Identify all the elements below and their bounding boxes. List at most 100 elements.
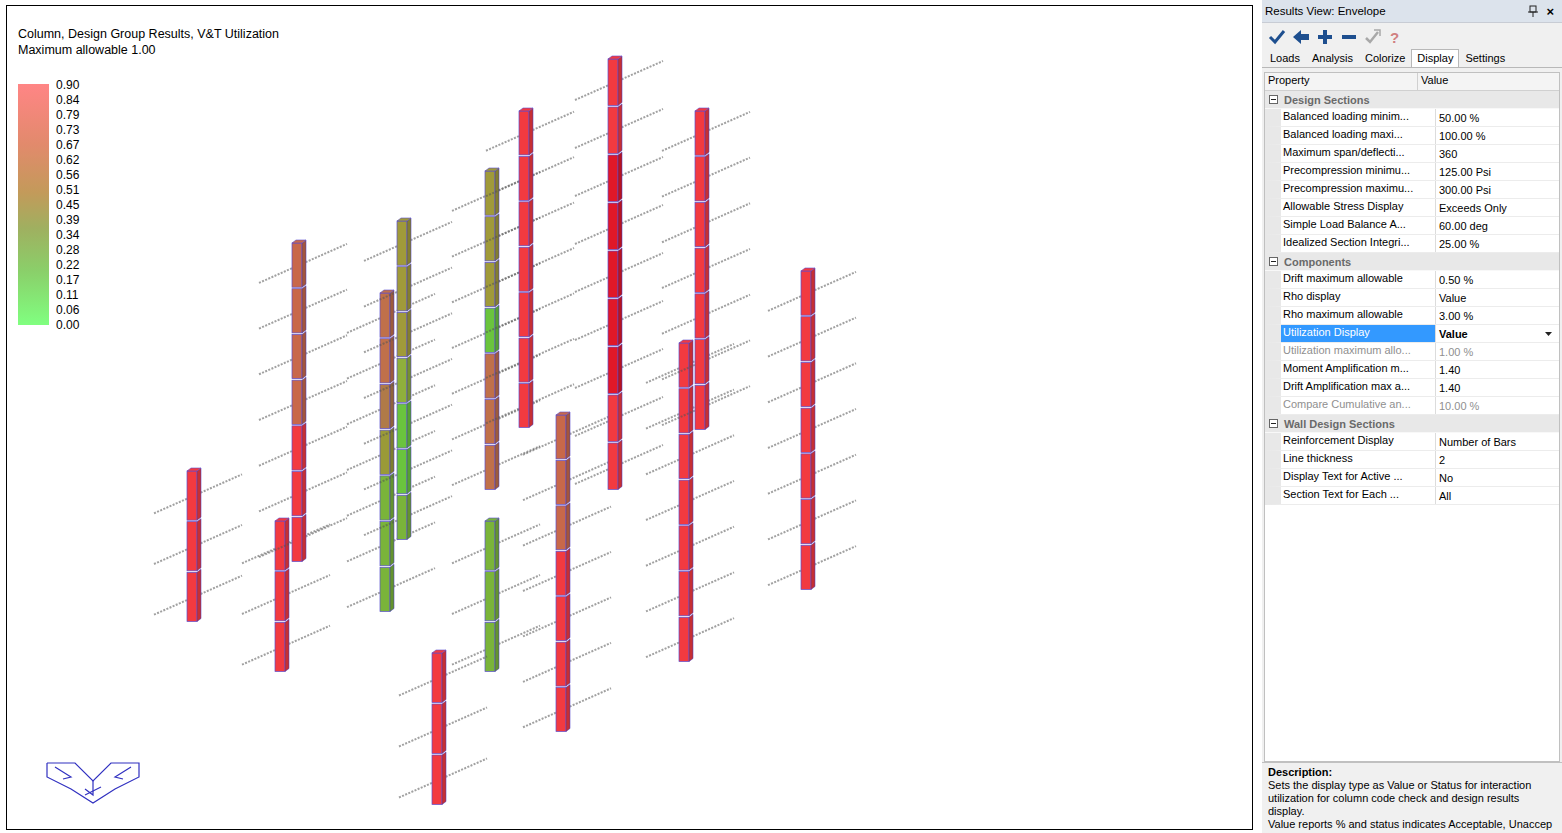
column-segment[interactable] <box>519 338 529 382</box>
collapse-icon[interactable] <box>1269 95 1278 104</box>
property-row[interactable]: Drift Amplification max a... 1.40 <box>1265 379 1559 397</box>
column-segment[interactable] <box>695 340 705 384</box>
property-row[interactable]: Maximum span/deflecti... 360 <box>1265 145 1559 163</box>
property-row[interactable]: Simple Load Balance A... 60.00 deg <box>1265 217 1559 235</box>
property-value[interactable]: 1.40 <box>1436 379 1559 396</box>
column[interactable] <box>154 468 242 622</box>
column-segment[interactable] <box>397 450 407 494</box>
column-segment[interactable] <box>556 597 566 641</box>
column-segment[interactable] <box>519 247 529 291</box>
column-segment[interactable] <box>397 358 407 402</box>
column-segment[interactable] <box>187 522 197 571</box>
column[interactable] <box>646 340 734 662</box>
column[interactable] <box>347 290 435 612</box>
close-button[interactable]: × <box>1546 4 1554 19</box>
column-segment[interactable] <box>397 267 407 311</box>
property-value[interactable]: 60.00 deg <box>1436 217 1559 234</box>
column-segment[interactable] <box>485 572 495 621</box>
column-segment[interactable] <box>187 471 197 520</box>
property-row[interactable]: Display Text for Active ... No <box>1265 469 1559 487</box>
collapse-icon[interactable] <box>1269 419 1278 428</box>
property-value[interactable]: 1.00 % <box>1436 343 1559 360</box>
column-segment[interactable] <box>695 157 705 201</box>
column[interactable] <box>486 108 574 428</box>
column-segment[interactable] <box>519 156 529 200</box>
property-value[interactable]: Number of Bars <box>1436 433 1559 450</box>
property-value[interactable]: Value <box>1436 325 1559 342</box>
column[interactable] <box>259 240 347 562</box>
property-row[interactable]: Precompression minimu... 125.00 Psi <box>1265 163 1559 181</box>
column-segment[interactable] <box>380 567 390 611</box>
property-row[interactable]: Line thickness 2 <box>1265 451 1559 469</box>
apply-check-icon[interactable] <box>1268 28 1286 46</box>
column-model[interactable] <box>7 6 1252 829</box>
column-segment[interactable] <box>801 408 811 452</box>
column[interactable] <box>523 412 611 732</box>
column-segment[interactable] <box>556 506 566 550</box>
column-segment[interactable] <box>432 653 442 703</box>
column-segment[interactable] <box>292 334 302 378</box>
column-segment[interactable] <box>801 545 811 589</box>
column-segment[interactable] <box>556 415 566 459</box>
column-segment[interactable] <box>275 521 285 570</box>
column-segment[interactable] <box>608 155 618 202</box>
column[interactable] <box>662 108 750 430</box>
column-segment[interactable] <box>187 572 197 621</box>
column[interactable] <box>399 650 487 805</box>
property-row[interactable]: Balanced loading minim... 50.00 % <box>1265 109 1559 127</box>
property-value[interactable]: 25.00 % <box>1436 235 1559 252</box>
column-segment[interactable] <box>695 385 705 429</box>
property-value[interactable]: Exceeds Only <box>1436 199 1559 216</box>
column-segment[interactable] <box>432 755 442 805</box>
column-segment[interactable] <box>292 380 302 424</box>
column-segment[interactable] <box>292 472 302 516</box>
column-segment[interactable] <box>679 434 689 478</box>
column-segment[interactable] <box>397 312 407 356</box>
column-segment[interactable] <box>608 107 618 154</box>
column-segment[interactable] <box>679 526 689 570</box>
column-segment[interactable] <box>679 389 689 433</box>
help-button[interactable]: ? <box>1390 29 1399 46</box>
column-segment[interactable] <box>275 572 285 621</box>
column-segment[interactable] <box>556 642 566 686</box>
property-row[interactable]: Drift maximum allowable 0.50 % <box>1265 271 1559 289</box>
property-row[interactable]: Idealized Section Integri... 25.00 % <box>1265 235 1559 253</box>
column-segment[interactable] <box>519 293 529 337</box>
column-segment[interactable] <box>695 294 705 338</box>
column[interactable] <box>242 518 330 672</box>
column-segment[interactable] <box>695 248 705 292</box>
grid-section[interactable]: Wall Design Sections <box>1265 415 1559 433</box>
column-segment[interactable] <box>432 704 442 754</box>
property-value[interactable]: 50.00 % <box>1436 109 1559 126</box>
grid-section[interactable]: Components <box>1265 253 1559 271</box>
column-segment[interactable] <box>608 299 618 346</box>
tab[interactable]: Settings <box>1459 49 1511 67</box>
tab[interactable]: Analysis <box>1306 49 1359 67</box>
property-value[interactable]: All <box>1436 487 1559 504</box>
column-segment[interactable] <box>608 443 618 490</box>
property-value[interactable]: 0.50 % <box>1436 271 1559 288</box>
column-segment[interactable] <box>556 688 566 732</box>
back-arrow-icon[interactable] <box>1292 28 1310 46</box>
column-segment[interactable] <box>397 495 407 539</box>
dropdown-arrow-icon[interactable] <box>1544 331 1553 337</box>
remove-icon[interactable] <box>1340 28 1358 46</box>
column-segment[interactable] <box>292 426 302 470</box>
column[interactable] <box>452 518 540 672</box>
pin-icon[interactable] <box>1528 5 1538 17</box>
property-value[interactable]: Value <box>1436 289 1559 306</box>
column-segment[interactable] <box>485 622 495 671</box>
column-segment[interactable] <box>608 395 618 442</box>
column-segment[interactable] <box>608 347 618 394</box>
property-row[interactable]: Compare Cumulative an... 10.00 % <box>1265 397 1559 415</box>
column-segment[interactable] <box>485 521 495 570</box>
tab[interactable]: Loads <box>1264 49 1306 67</box>
column-segment[interactable] <box>397 404 407 448</box>
column-segment[interactable] <box>292 243 302 287</box>
property-row[interactable]: Precompression maximu... 300.00 Psi <box>1265 181 1559 199</box>
property-row[interactable]: Section Text for Each ... All <box>1265 487 1559 505</box>
property-value[interactable]: 300.00 Psi <box>1436 181 1559 198</box>
property-value[interactable]: No <box>1436 469 1559 486</box>
property-row[interactable]: Rho maximum allowable 3.00 % <box>1265 307 1559 325</box>
property-value[interactable]: 2 <box>1436 451 1559 468</box>
